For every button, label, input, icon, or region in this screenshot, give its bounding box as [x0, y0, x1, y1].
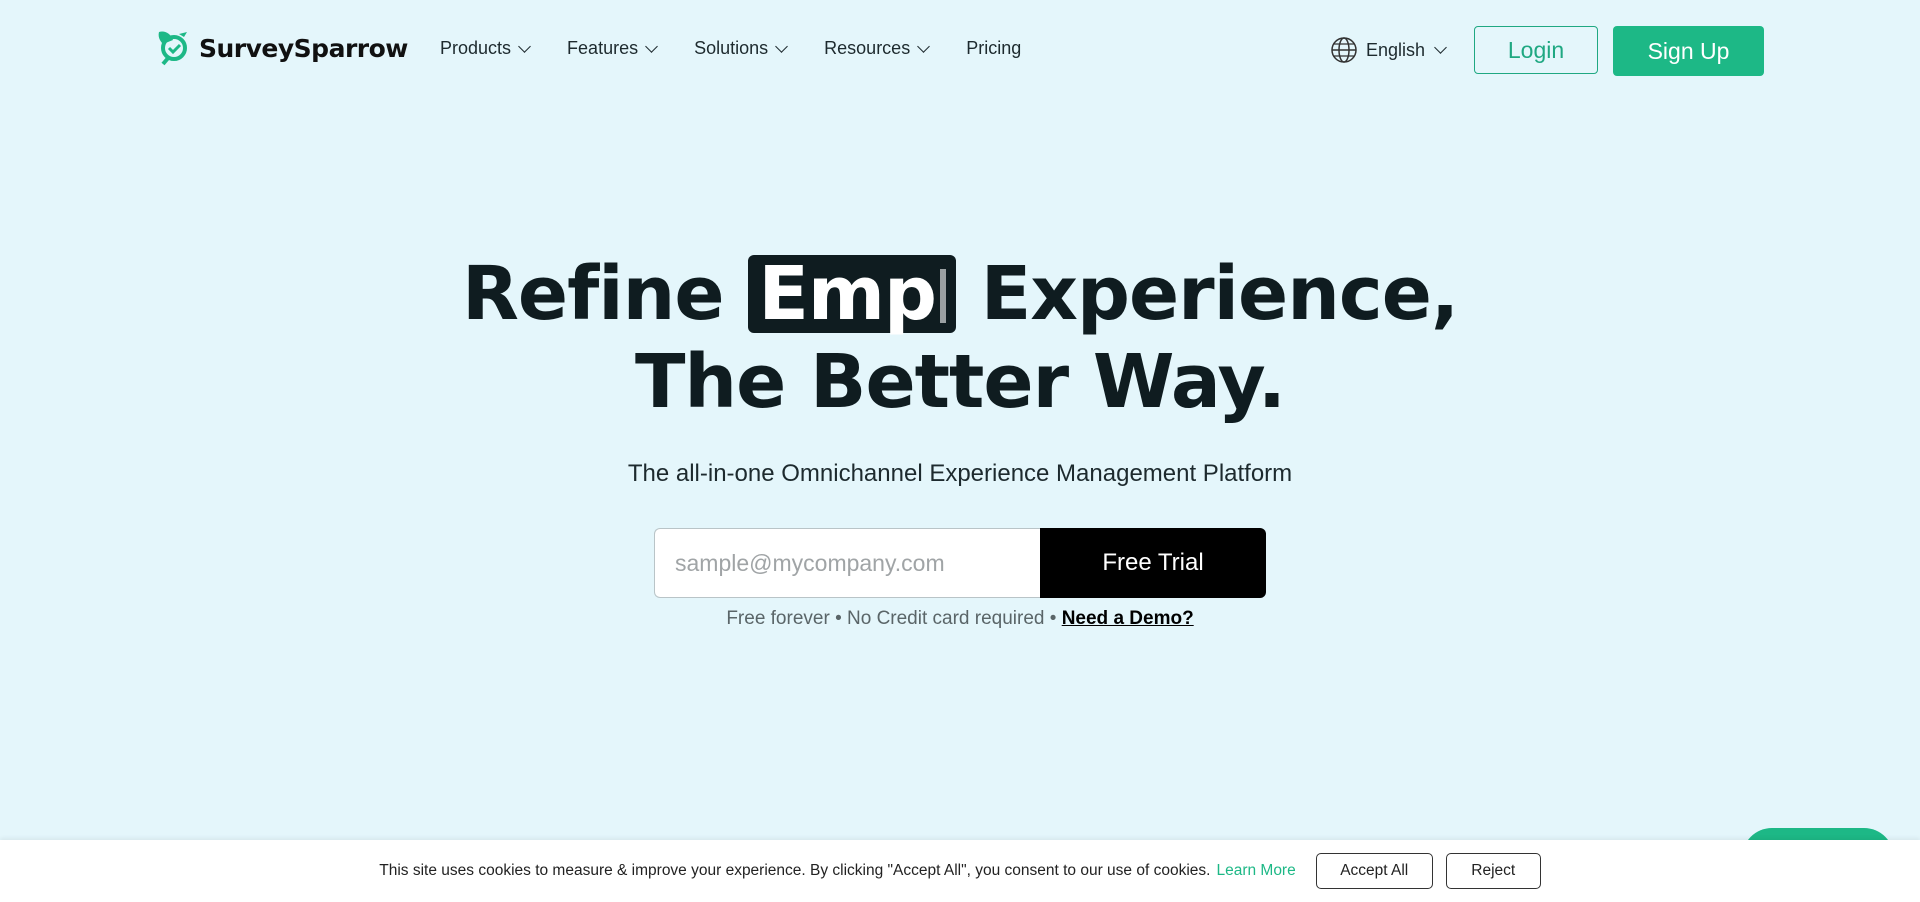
sparrow-logo-icon — [158, 31, 187, 66]
chevron-down-icon — [645, 39, 658, 53]
title-line2: The Better Way. — [634, 339, 1286, 425]
chevron-down-icon — [518, 39, 531, 53]
menu-products[interactable]: Products — [440, 38, 531, 59]
menu-solutions[interactable]: Solutions — [694, 38, 789, 59]
accept-all-button[interactable]: Accept All — [1315, 853, 1433, 889]
menu-resources[interactable]: Resources — [824, 38, 931, 59]
typed-text: Emp — [758, 251, 937, 337]
language-selector[interactable]: English — [1330, 36, 1447, 64]
chevron-down-icon — [917, 39, 931, 53]
login-button[interactable]: Login — [1474, 26, 1598, 74]
hero-title: Refine Emp Experience, The Better Way. — [0, 250, 1920, 426]
chevron-down-icon — [775, 39, 789, 53]
menu-pricing[interactable]: Pricing — [966, 38, 1021, 59]
cookie-text: This site uses cookies to measure & impr… — [379, 862, 1211, 879]
menu-label: Products — [440, 38, 512, 58]
text-caret — [939, 269, 946, 323]
note-text: Free forever • No Credit card required • — [726, 608, 1062, 629]
top-nav: SurveySparrow Products Features Solution… — [0, 0, 1920, 100]
reject-button[interactable]: Reject — [1445, 853, 1541, 889]
cookie-banner: This site uses cookies to measure & impr… — [0, 840, 1920, 902]
menu-label: Pricing — [966, 38, 1022, 58]
signup-form: Free Trial — [654, 528, 1266, 598]
hero-subtitle: The all-in-one Omnichannel Experience Ma… — [627, 460, 1293, 487]
trial-note: Free forever • No Credit card required •… — [0, 608, 1920, 630]
logo-text: SurveySparrow — [199, 33, 408, 63]
typed-word: Emp — [748, 255, 956, 333]
title-suffix: Experience, — [955, 251, 1459, 337]
demo-link[interactable]: Need a Demo? — [1062, 608, 1194, 629]
language-label: English — [1366, 39, 1426, 60]
logo[interactable]: SurveySparrow — [155, 28, 408, 68]
email-input[interactable] — [654, 528, 1040, 598]
globe-icon — [1331, 37, 1357, 63]
menu-label: Features — [567, 38, 639, 58]
menu-label: Resources — [824, 38, 911, 58]
menu-label: Solutions — [694, 38, 769, 58]
main-menu: Products Features Solutions Resources Pr… — [440, 38, 1021, 59]
free-trial-button[interactable]: Free Trial — [1040, 528, 1266, 598]
signup-button[interactable]: Sign Up — [1613, 26, 1764, 76]
learn-more-link[interactable]: Learn More — [1216, 862, 1295, 880]
chevron-down-icon — [1434, 41, 1447, 54]
menu-features[interactable]: Features — [567, 38, 658, 59]
title-prefix: Refine — [461, 251, 749, 337]
